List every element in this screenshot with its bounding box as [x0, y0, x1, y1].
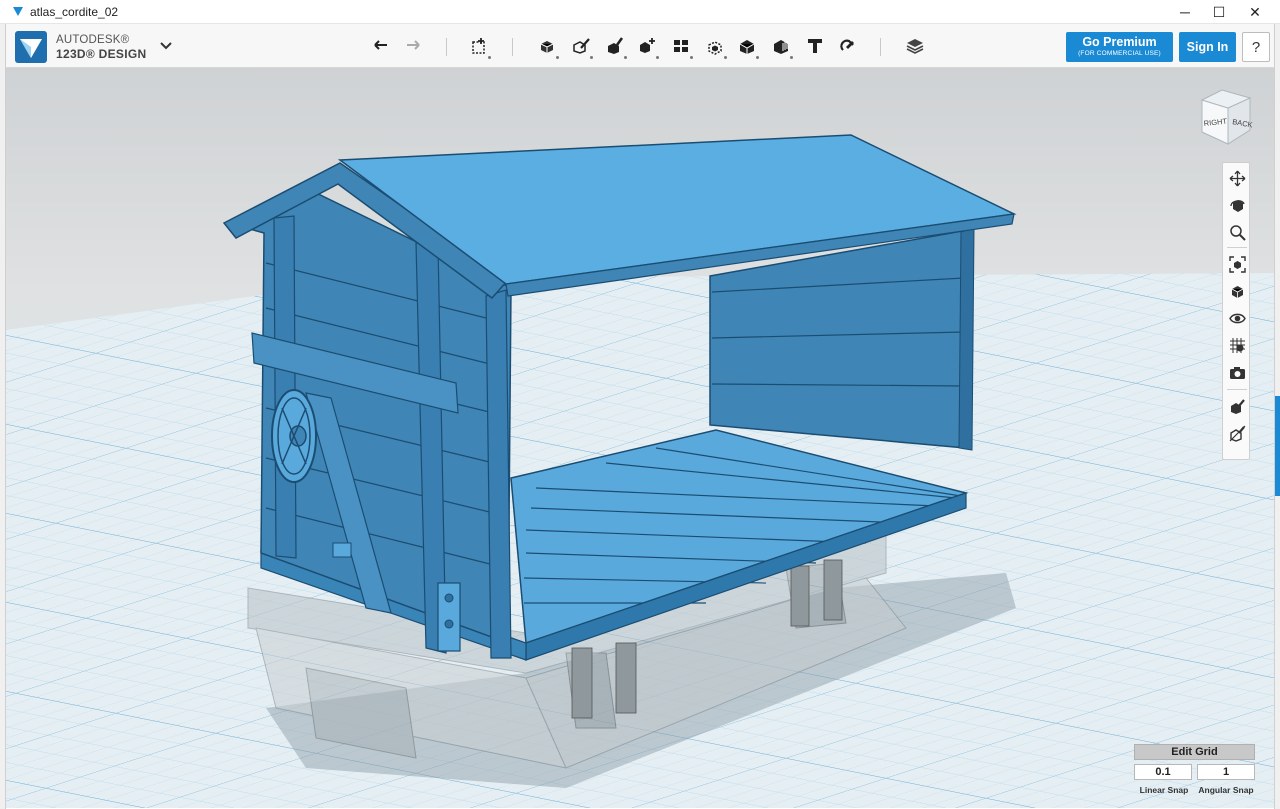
undo-button[interactable]	[368, 33, 394, 59]
chevron-down-icon[interactable]	[158, 36, 174, 54]
zoom-icon	[1229, 224, 1246, 241]
modify-button[interactable]	[602, 33, 628, 59]
go-premium-label: Go Premium	[1082, 35, 1157, 49]
navbar-separator	[1227, 247, 1247, 248]
pattern-icon	[640, 38, 655, 53]
angular-snap-label: Angular Snap	[1198, 785, 1254, 795]
fit-icon	[1228, 255, 1246, 273]
dropdown-dot	[590, 56, 593, 59]
material-apply-button[interactable]	[768, 33, 794, 59]
redo-button[interactable]	[400, 33, 426, 59]
side-panel-tab[interactable]	[1275, 396, 1280, 496]
sketch-icon	[540, 41, 554, 53]
app-logo-icon[interactable]	[14, 30, 48, 64]
text-button[interactable]	[802, 33, 828, 59]
toolbar-separator	[512, 38, 513, 56]
undo-icon	[374, 40, 387, 50]
view-mode-button[interactable]	[1226, 280, 1248, 302]
sketch-button[interactable]	[534, 33, 560, 59]
camera-icon	[1229, 366, 1245, 379]
hide-material-button[interactable]	[1226, 422, 1248, 444]
orbit-icon	[1229, 199, 1245, 212]
grouping-icon	[674, 40, 688, 52]
small-plate	[332, 542, 352, 558]
dropdown-dot	[556, 56, 559, 59]
edit-grid-button[interactable]: Edit Grid	[1134, 744, 1255, 760]
maximize-button[interactable]: ☐	[1202, 0, 1236, 24]
back-wall	[709, 229, 969, 449]
end-wall-post-left	[273, 215, 297, 559]
go-premium-button[interactable]: Go Premium (FOR COMMERCIAL USE)	[1066, 32, 1173, 62]
dropdown-dot	[690, 56, 693, 59]
camera-button[interactable]	[1226, 361, 1248, 383]
combine-icon	[708, 41, 722, 55]
main-toolbar: AUTODESK® 123D® DESIGN Go Premium (FOR C…	[6, 24, 1274, 68]
dropdown-dot	[756, 56, 759, 59]
construct-icon	[573, 38, 590, 54]
3d-viewport[interactable]: RIGHT BACK Edit Grid 0.1 1 Linear Snap A…	[6, 68, 1274, 808]
pan-icon	[1229, 170, 1245, 186]
brand-autodesk: AUTODESK®	[56, 34, 130, 46]
material-button[interactable]	[902, 33, 928, 59]
viewcube[interactable]: RIGHT BACK	[1198, 86, 1254, 148]
dropdown-dot	[488, 56, 491, 59]
corner-post-front	[485, 289, 512, 659]
combine-button[interactable]	[702, 33, 728, 59]
construct-button[interactable]	[568, 33, 594, 59]
measure-icon	[739, 40, 755, 54]
pattern-button[interactable]	[634, 33, 660, 59]
dropdown-dot	[624, 56, 627, 59]
grouping-button[interactable]	[668, 33, 694, 59]
grid-settings-panel: Edit Grid Linear Snap Angular Snap	[1134, 744, 1256, 808]
go-premium-sub: (FOR COMMERCIAL USE)	[1078, 50, 1161, 57]
window-title: atlas_cordite_02	[30, 5, 119, 19]
grid-toggle-icon	[1229, 337, 1245, 353]
material-toggle-icon	[1230, 398, 1245, 414]
app-logo-icon	[13, 7, 23, 16]
zoom-button[interactable]	[1226, 221, 1248, 243]
toolbar-separator	[880, 38, 881, 56]
right-panel-edge	[1274, 24, 1280, 809]
dropdown-dot	[724, 56, 727, 59]
grid-toggle-button[interactable]	[1226, 334, 1248, 356]
hide-material-icon	[1229, 425, 1245, 442]
material-toggle-button[interactable]	[1226, 395, 1248, 417]
modify-icon	[608, 37, 624, 54]
primitives-button[interactable]	[466, 33, 492, 59]
snap-button[interactable]	[834, 33, 860, 59]
navbar-separator	[1227, 389, 1247, 390]
help-button[interactable]: ?	[1242, 32, 1270, 62]
brand-product: 123D® DESIGN	[56, 47, 147, 61]
orbit-button[interactable]	[1226, 194, 1248, 216]
back-wall-post	[958, 227, 975, 451]
close-button[interactable]: ✕	[1238, 0, 1272, 24]
toolbar-separator	[446, 38, 447, 56]
angular-snap-input[interactable]	[1197, 764, 1255, 780]
primitives-icon	[472, 38, 485, 54]
material-apply-icon	[774, 40, 788, 54]
linear-snap-label: Linear Snap	[1139, 785, 1189, 795]
fit-button[interactable]	[1226, 253, 1248, 275]
visibility-button[interactable]	[1226, 307, 1248, 329]
linear-snap-input[interactable]	[1134, 764, 1192, 780]
text-icon	[808, 39, 822, 53]
view-mode-icon	[1231, 285, 1243, 298]
snap-icon	[840, 39, 854, 51]
visibility-icon	[1228, 313, 1246, 323]
sign-in-button[interactable]: Sign In	[1179, 32, 1236, 62]
dropdown-dot	[656, 56, 659, 59]
title-bar: atlas_cordite_02 ─ ☐ ✕	[0, 0, 1280, 24]
redo-icon	[407, 40, 420, 50]
brake-wheel	[271, 389, 317, 483]
coupling-bracket	[437, 582, 461, 652]
pan-button[interactable]	[1226, 167, 1248, 189]
measure-button[interactable]	[734, 33, 760, 59]
dropdown-dot	[790, 56, 793, 59]
minimize-button[interactable]: ─	[1168, 0, 1202, 24]
scene-canvas[interactable]	[6, 68, 1274, 808]
material-icon	[906, 39, 924, 54]
navigation-bar	[1222, 162, 1250, 460]
